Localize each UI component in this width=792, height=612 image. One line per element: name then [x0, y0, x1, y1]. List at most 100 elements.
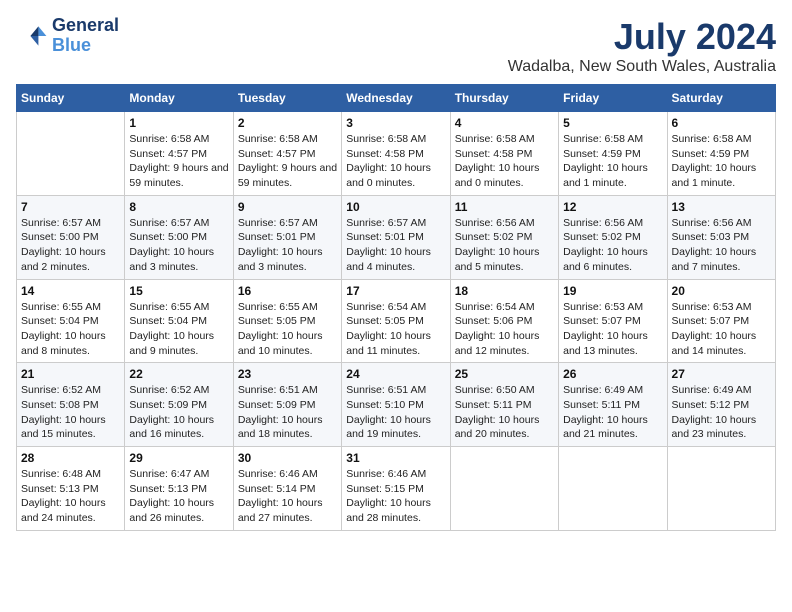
calendar-cell: 19 Sunrise: 6:53 AMSunset: 5:07 PMDayligh…	[559, 279, 667, 363]
day-number: 23	[238, 367, 337, 381]
calendar-cell: 29 Sunrise: 6:47 AMSunset: 5:13 PMDayligh…	[125, 447, 233, 531]
day-number: 9	[238, 200, 337, 214]
day-number: 28	[21, 451, 120, 465]
day-number: 13	[672, 200, 771, 214]
day-number: 22	[129, 367, 228, 381]
calendar-cell: 3Sunrise: 6:58 AMSunset: 4:58 PMDaylight…	[342, 112, 450, 196]
day-info: Sunrise: 6:53 AMSunset: 5:07 PMDaylight:…	[563, 300, 662, 359]
header-day-thursday: Thursday	[450, 85, 558, 112]
calendar-week-3: 14 Sunrise: 6:55 AMSunset: 5:04 PMDayligh…	[17, 279, 776, 363]
day-number: 31	[346, 451, 445, 465]
month-title: July 2024	[508, 16, 776, 58]
calendar-cell: 8 Sunrise: 6:57 AMSunset: 5:00 PMDaylight…	[125, 195, 233, 279]
calendar-cell: 7 Sunrise: 6:57 AMSunset: 5:00 PMDaylight…	[17, 195, 125, 279]
calendar-cell: 31Sunrise: 6:46 AMSunset: 5:15 PMDayligh…	[342, 447, 450, 531]
calendar-cell: 18 Sunrise: 6:54 AMSunset: 5:06 PMDayligh…	[450, 279, 558, 363]
calendar-body: 1Sunrise: 6:58 AMSunset: 4:57 PMDaylight…	[17, 112, 776, 531]
day-info: Sunrise: 6:57 AMSunset: 5:01 PMDaylight:…	[346, 216, 445, 275]
calendar-week-4: 21 Sunrise: 6:52 AMSunset: 5:08 PMDayligh…	[17, 363, 776, 447]
header-day-sunday: Sunday	[17, 85, 125, 112]
calendar-cell	[667, 447, 775, 531]
day-info: Sunrise: 6:52 AMSunset: 5:09 PMDaylight:…	[129, 383, 228, 442]
day-info: Sunrise: 6:54 AMSunset: 5:06 PMDaylight:…	[455, 300, 554, 359]
day-info: Sunrise: 6:47 AMSunset: 5:13 PMDaylight:…	[129, 467, 228, 526]
day-number: 16	[238, 284, 337, 298]
calendar-cell: 27 Sunrise: 6:49 AMSunset: 5:12 PMDayligh…	[667, 363, 775, 447]
day-info: Sunrise: 6:52 AMSunset: 5:08 PMDaylight:…	[21, 383, 120, 442]
day-info: Sunrise: 6:53 AMSunset: 5:07 PMDaylight:…	[672, 300, 771, 359]
day-number: 5	[563, 116, 662, 130]
day-info: Sunrise: 6:55 AMSunset: 5:04 PMDaylight:…	[129, 300, 228, 359]
calendar-cell: 9 Sunrise: 6:57 AMSunset: 5:01 PMDaylight…	[233, 195, 341, 279]
calendar-cell: 6 Sunrise: 6:58 AMSunset: 4:59 PMDaylight…	[667, 112, 775, 196]
logo-icon	[16, 20, 48, 52]
day-number: 8	[129, 200, 228, 214]
calendar-cell: 4Sunrise: 6:58 AMSunset: 4:58 PMDaylight…	[450, 112, 558, 196]
header-day-tuesday: Tuesday	[233, 85, 341, 112]
day-info: Sunrise: 6:54 AMSunset: 5:05 PMDaylight:…	[346, 300, 445, 359]
day-number: 24	[346, 367, 445, 381]
day-info: Sunrise: 6:49 AMSunset: 5:11 PMDaylight:…	[563, 383, 662, 442]
calendar-cell: 24 Sunrise: 6:51 AMSunset: 5:10 PMDayligh…	[342, 363, 450, 447]
calendar-cell: 12 Sunrise: 6:56 AMSunset: 5:02 PMDayligh…	[559, 195, 667, 279]
day-number: 12	[563, 200, 662, 214]
location-title: Wadalba, New South Wales, Australia	[508, 58, 776, 76]
day-number: 17	[346, 284, 445, 298]
calendar-week-5: 28Sunrise: 6:48 AMSunset: 5:13 PMDayligh…	[17, 447, 776, 531]
logo-text: General Blue	[52, 16, 119, 56]
calendar-cell	[559, 447, 667, 531]
header-day-friday: Friday	[559, 85, 667, 112]
day-info: Sunrise: 6:58 AMSunset: 4:58 PMDaylight:…	[455, 132, 554, 191]
day-info: Sunrise: 6:57 AMSunset: 5:00 PMDaylight:…	[129, 216, 228, 275]
day-number: 29	[129, 451, 228, 465]
title-block: July 2024 Wadalba, New South Wales, Aust…	[508, 16, 776, 76]
logo: General Blue	[16, 16, 119, 56]
day-number: 27	[672, 367, 771, 381]
day-number: 20	[672, 284, 771, 298]
day-number: 21	[21, 367, 120, 381]
day-info: Sunrise: 6:56 AMSunset: 5:02 PMDaylight:…	[563, 216, 662, 275]
calendar-cell: 16 Sunrise: 6:55 AMSunset: 5:05 PMDayligh…	[233, 279, 341, 363]
header-day-monday: Monday	[125, 85, 233, 112]
calendar-cell: 5 Sunrise: 6:58 AMSunset: 4:59 PMDaylight…	[559, 112, 667, 196]
day-info: Sunrise: 6:58 AMSunset: 4:57 PMDaylight:…	[238, 132, 337, 191]
header-day-saturday: Saturday	[667, 85, 775, 112]
calendar-cell: 28Sunrise: 6:48 AMSunset: 5:13 PMDayligh…	[17, 447, 125, 531]
day-info: Sunrise: 6:57 AMSunset: 5:01 PMDaylight:…	[238, 216, 337, 275]
calendar-cell: 23Sunrise: 6:51 AMSunset: 5:09 PMDayligh…	[233, 363, 341, 447]
day-info: Sunrise: 6:49 AMSunset: 5:12 PMDaylight:…	[672, 383, 771, 442]
day-info: Sunrise: 6:51 AMSunset: 5:10 PMDaylight:…	[346, 383, 445, 442]
day-number: 10	[346, 200, 445, 214]
day-info: Sunrise: 6:50 AMSunset: 5:11 PMDaylight:…	[455, 383, 554, 442]
day-number: 19	[563, 284, 662, 298]
day-info: Sunrise: 6:56 AMSunset: 5:02 PMDaylight:…	[455, 216, 554, 275]
calendar-cell: 17 Sunrise: 6:54 AMSunset: 5:05 PMDayligh…	[342, 279, 450, 363]
calendar-cell: 26 Sunrise: 6:49 AMSunset: 5:11 PMDayligh…	[559, 363, 667, 447]
calendar-cell	[450, 447, 558, 531]
calendar-cell: 10 Sunrise: 6:57 AMSunset: 5:01 PMDayligh…	[342, 195, 450, 279]
day-number: 26	[563, 367, 662, 381]
day-number: 2	[238, 116, 337, 130]
day-info: Sunrise: 6:56 AMSunset: 5:03 PMDaylight:…	[672, 216, 771, 275]
day-info: Sunrise: 6:57 AMSunset: 5:00 PMDaylight:…	[21, 216, 120, 275]
day-info: Sunrise: 6:58 AMSunset: 4:59 PMDaylight:…	[672, 132, 771, 191]
calendar-cell: 15Sunrise: 6:55 AMSunset: 5:04 PMDayligh…	[125, 279, 233, 363]
day-info: Sunrise: 6:58 AMSunset: 4:59 PMDaylight:…	[563, 132, 662, 191]
day-number: 18	[455, 284, 554, 298]
calendar-header: SundayMondayTuesdayWednesdayThursdayFrid…	[17, 85, 776, 112]
day-info: Sunrise: 6:55 AMSunset: 5:04 PMDaylight:…	[21, 300, 120, 359]
logo-line1: General	[52, 16, 119, 36]
calendar-cell: 2 Sunrise: 6:58 AMSunset: 4:57 PMDaylight…	[233, 112, 341, 196]
day-number: 6	[672, 116, 771, 130]
calendar-cell: 20 Sunrise: 6:53 AMSunset: 5:07 PMDayligh…	[667, 279, 775, 363]
calendar-cell: 25Sunrise: 6:50 AMSunset: 5:11 PMDayligh…	[450, 363, 558, 447]
calendar-cell: 1Sunrise: 6:58 AMSunset: 4:57 PMDaylight…	[125, 112, 233, 196]
day-info: Sunrise: 6:55 AMSunset: 5:05 PMDaylight:…	[238, 300, 337, 359]
day-number: 7	[21, 200, 120, 214]
day-number: 14	[21, 284, 120, 298]
header-row: SundayMondayTuesdayWednesdayThursdayFrid…	[17, 85, 776, 112]
day-number: 3	[346, 116, 445, 130]
calendar-week-1: 1Sunrise: 6:58 AMSunset: 4:57 PMDaylight…	[17, 112, 776, 196]
day-info: Sunrise: 6:46 AMSunset: 5:14 PMDaylight:…	[238, 467, 337, 526]
day-info: Sunrise: 6:58 AMSunset: 4:57 PMDaylight:…	[129, 132, 228, 191]
